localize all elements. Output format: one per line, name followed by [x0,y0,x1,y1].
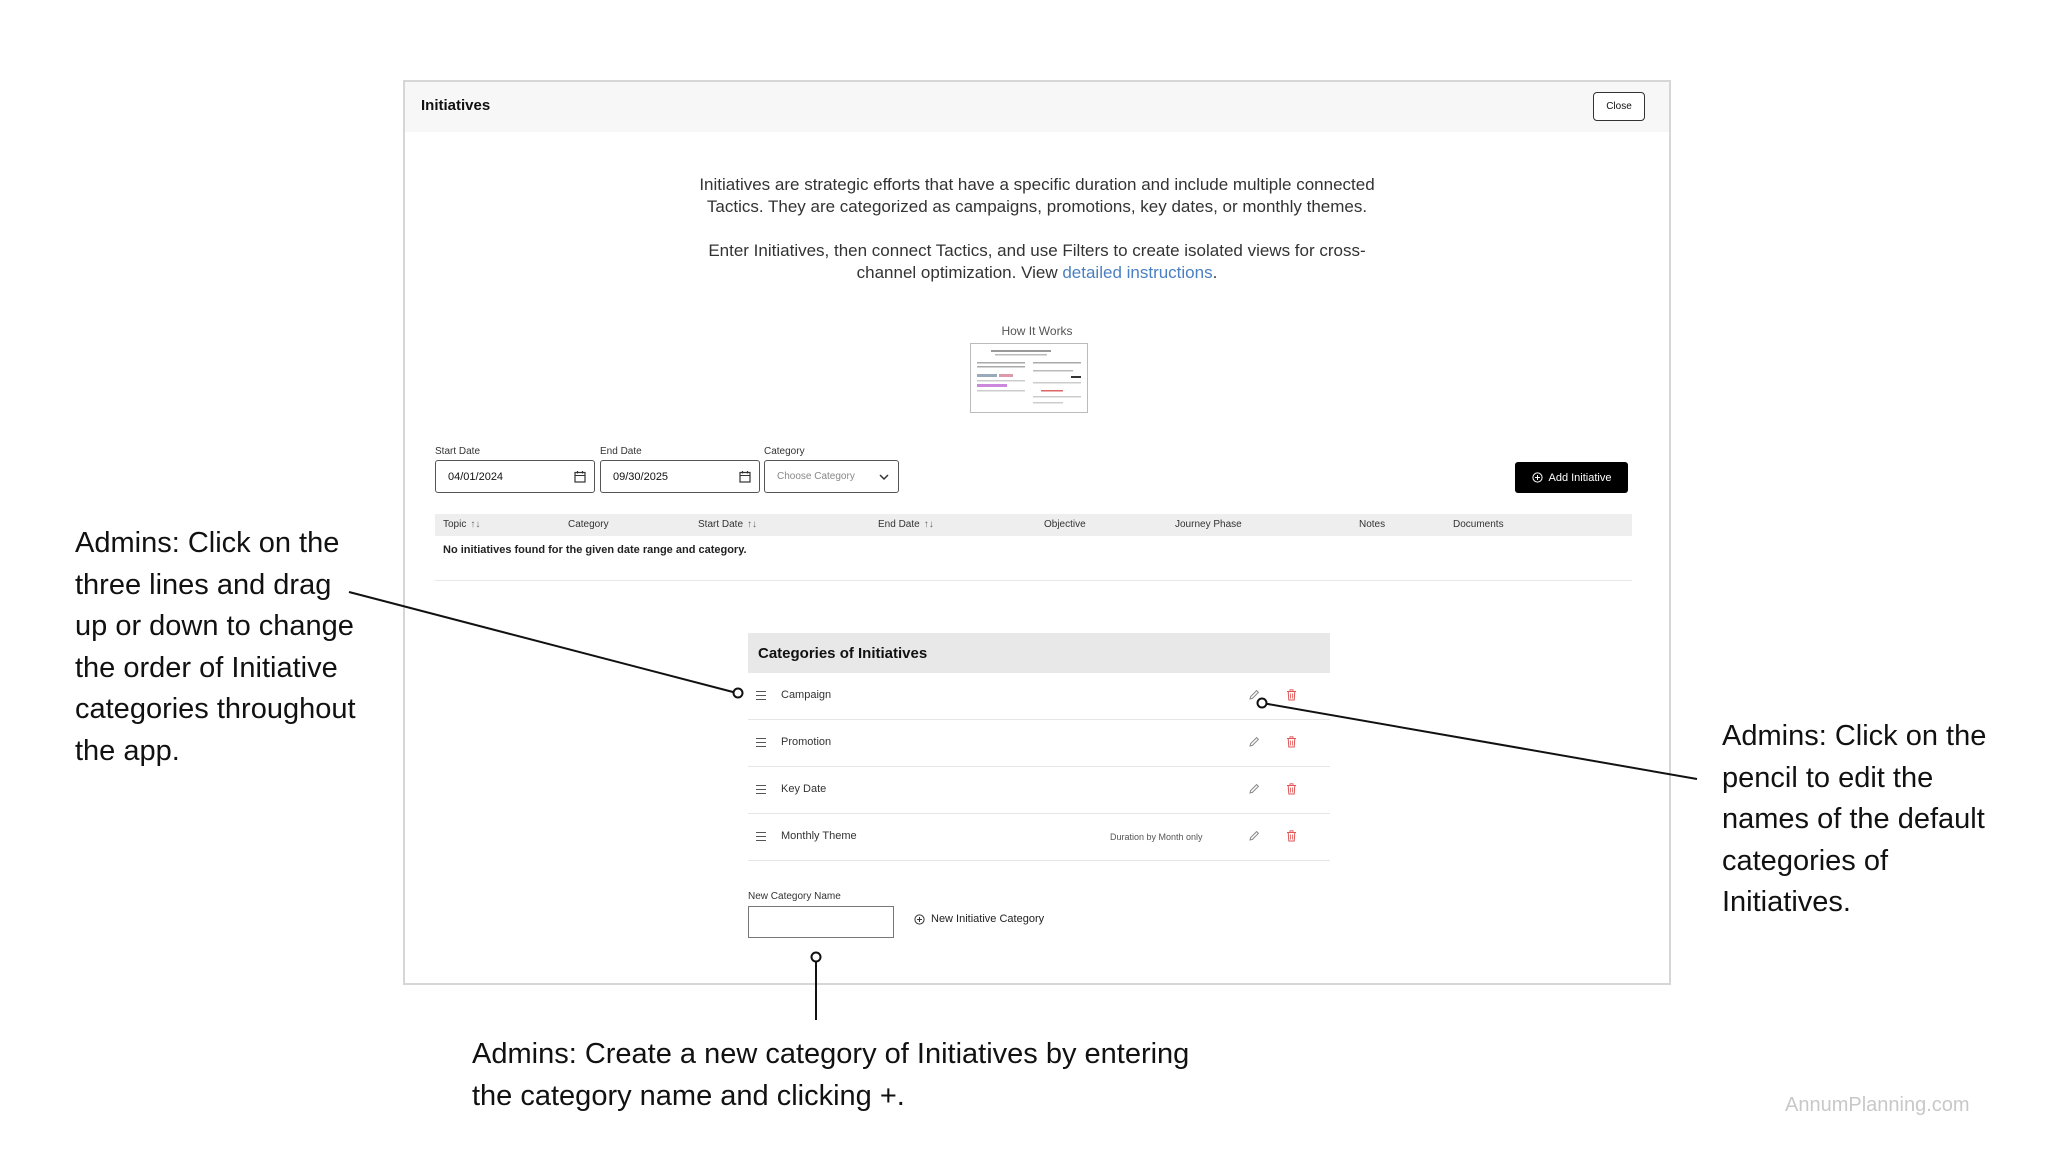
detailed-instructions-link[interactable]: detailed instructions [1062,263,1212,282]
pencil-icon[interactable] [1248,830,1260,842]
end-date-value: 09/30/2025 [613,470,669,483]
drag-handle-icon[interactable] [756,785,766,794]
drag-handle-icon[interactable] [756,691,766,700]
sort-icon[interactable]: ↑↓ [470,519,480,530]
category-name: Key Date [781,783,827,795]
intro-paragraph-2: Enter Initiatives, then connect Tactics,… [697,240,1377,284]
column-objective: Objective [1044,519,1086,530]
left-annotation: Admins: Click on the three lines and dra… [75,527,356,767]
chevron-down-icon [879,474,889,481]
add-initiative-label: Add Initiative [1548,471,1612,484]
drag-handle-icon[interactable] [756,832,766,841]
plus-circle-icon [914,913,925,925]
initiatives-table-header: Topic ↑↓ Category Start Date ↑↓ End Date ↑↓… [435,514,1632,536]
trash-icon[interactable] [1286,689,1297,701]
column-start-date[interactable]: Start Date ↑↓ [698,519,757,530]
how-it-works-label: How It Works [1001,324,1073,338]
close-button[interactable]: Close [1593,92,1645,121]
empty-table-message: No initiatives found for the given date … [443,544,747,556]
column-category: Category [568,519,609,530]
calendar-icon[interactable] [739,470,751,483]
intro-paragraph-2-end: . [1212,263,1218,282]
end-date-input[interactable]: 09/30/2025 [600,460,760,493]
category-select[interactable]: Choose Category [764,460,899,493]
category-label: Category [764,446,805,457]
add-initiative-button[interactable]: Add Initiative [1515,462,1628,493]
start-date-input[interactable]: 04/01/2024 [435,460,595,493]
new-category-name-label: New Category Name [748,891,841,902]
category-row: Promotion [748,720,1330,767]
category-placeholder: Choose Category [777,471,855,482]
table-divider [435,580,1632,581]
category-row: Key Date [748,767,1330,814]
column-notes: Notes [1359,519,1386,530]
column-topic-label: Topic [443,519,467,530]
new-category-name-input[interactable] [748,906,894,938]
thumbnail-preview-image [977,350,1081,404]
column-start-date-label: Start Date [698,519,744,530]
new-initiative-category-button[interactable]: New Initiative Category [914,913,1044,925]
dialog-title: Initiatives [421,97,491,114]
category-name: Promotion [781,736,832,748]
trash-icon[interactable] [1286,736,1297,748]
brand-watermark: AnnumPlanning.com [1785,1094,1970,1116]
category-row: Campaign [748,673,1330,720]
start-date-value: 04/01/2024 [448,470,504,483]
category-row: Monthly Theme Duration by Month only [748,814,1330,861]
dialog-header: Initiatives Close [405,82,1669,132]
column-journey-phase: Journey Phase [1175,519,1242,530]
start-date-label: Start Date [435,446,481,457]
category-name: Monthly Theme [781,830,857,842]
column-end-date[interactable]: End Date ↑↓ [878,519,934,530]
trash-icon[interactable] [1286,830,1297,842]
plus-circle-icon [1531,472,1543,483]
category-name: Campaign [781,689,832,701]
end-date-label: End Date [600,446,642,457]
pencil-icon[interactable] [1248,736,1260,748]
sort-icon[interactable]: ↑↓ [747,519,757,530]
trash-icon[interactable] [1286,783,1297,795]
calendar-icon[interactable] [574,470,586,483]
intro-text: Initiatives are strategic efforts that h… [697,174,1377,306]
initiatives-dialog: Initiatives Close Initiatives are strate… [403,80,1671,985]
column-documents: Documents [1453,519,1504,530]
right-annotation: Admins: Click on the pencil to edit the … [1722,720,1987,918]
bottom-annotation: Admins: Create a new category of Initiat… [472,1038,1190,1112]
categories-panel-title: Categories of Initiatives [748,633,1330,673]
column-end-date-label: End Date [878,519,920,530]
intro-paragraph-1: Initiatives are strategic efforts that h… [699,175,1375,216]
how-it-works-thumbnail[interactable] [970,343,1088,413]
intro-paragraph-2-text: Enter Initiatives, then connect Tactics,… [708,241,1366,282]
category-note: Duration by Month only [1110,832,1203,842]
pencil-icon[interactable] [1248,783,1260,795]
column-topic[interactable]: Topic ↑↓ [443,519,480,530]
new-initiative-category-label: New Initiative Category [931,913,1045,925]
sort-icon[interactable]: ↑↓ [924,519,934,530]
pencil-icon[interactable] [1248,689,1260,701]
drag-handle-icon[interactable] [756,738,766,747]
